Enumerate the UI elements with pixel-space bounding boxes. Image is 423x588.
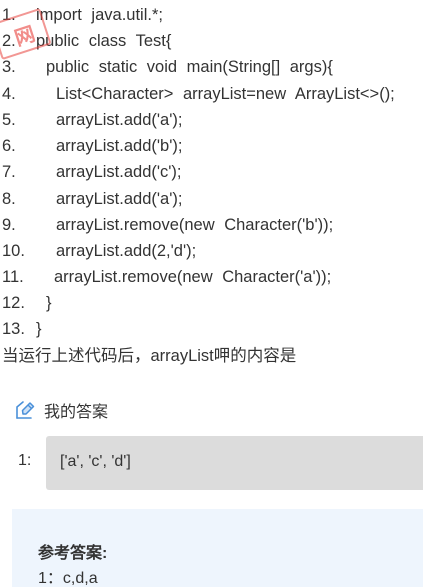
line-number: 8. — [2, 190, 16, 208]
line-number: 12. — [2, 294, 25, 312]
line-number: 9. — [2, 216, 16, 234]
line-number: 13. — [2, 320, 25, 338]
my-answer-value: ['a', 'c', 'd'] — [60, 453, 131, 470]
code-text: arrayList.add('a'); — [56, 190, 183, 208]
code-text: arrayList.remove(new Character('a')); — [54, 268, 332, 286]
answer-index: 1: — [18, 452, 32, 469]
line-number: 3. — [2, 58, 16, 76]
edit-pencil-icon — [16, 401, 35, 419]
line-number: 2. — [2, 32, 16, 50]
line-number: 11. — [2, 268, 24, 286]
code-text: arrayList.add('a'); — [56, 111, 183, 129]
code-text: arrayList.add(2,'d'); — [56, 242, 197, 260]
my-answer-row: 1: ['a', 'c', 'd'] — [0, 436, 423, 490]
code-text: } — [46, 294, 52, 312]
reference-answer-title: 参考答案: — [38, 545, 108, 562]
line-number: 4. — [2, 85, 16, 103]
code-text: public class Test{ — [36, 32, 172, 50]
code-text: arrayList.remove(new Character('b')); — [56, 216, 334, 234]
question-text: 当运行上述代码后，arrayList呷的内容是 — [2, 347, 297, 365]
code-text: List<Character> arrayList=new ArrayList<… — [56, 85, 395, 103]
my-answer-title: 我的答案 — [44, 404, 109, 421]
line-number: 5. — [2, 111, 16, 129]
reference-answer-panel: 参考答案: 1：c,d,a — [12, 509, 423, 587]
reference-answer-value: 1：c,d,a — [38, 570, 98, 587]
my-answer-header: 我的答案 — [14, 398, 108, 422]
line-number: 7. — [2, 163, 16, 181]
code-text: public static void main(String[] args){ — [46, 58, 333, 76]
my-answer-box: ['a', 'c', 'd'] — [46, 436, 423, 490]
line-number: 6. — [2, 137, 16, 155]
code-text: } — [36, 320, 42, 338]
code-text: arrayList.add('c'); — [56, 163, 182, 181]
line-number: 1. — [2, 6, 16, 24]
code-text: import java.util.*; — [36, 6, 163, 24]
line-number: 10. — [2, 242, 25, 260]
code-text: arrayList.add('b'); — [56, 137, 183, 155]
